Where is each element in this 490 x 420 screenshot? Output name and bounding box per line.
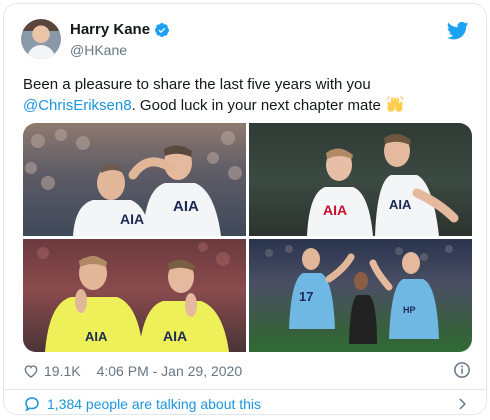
svg-text:AIA: AIA — [389, 197, 412, 212]
raising-hands-icon — [386, 96, 404, 112]
author-avatar[interactable] — [21, 19, 61, 59]
mention-link[interactable]: @ChrisEriksen8 — [23, 97, 132, 114]
author-name-row: Harry Kane — [70, 21, 170, 38]
photo-3-shirt-text: AIA — [163, 328, 187, 344]
talking-count-text: 1,384 people are talking about this — [47, 396, 262, 412]
info-icon[interactable] — [453, 361, 471, 379]
tweet-meta-row: 19.1K 4:06 PM - Jan 29, 2020 — [23, 361, 242, 381]
tweet-card[interactable]: Harry Kane @HKane Been a pleasure to sha… — [3, 3, 487, 415]
tweet-text-line2: . Good luck in your next chapter mate — [131, 97, 381, 114]
photo-1-shirt-text: AIA — [120, 211, 144, 227]
heart-icon[interactable] — [23, 363, 39, 379]
svg-text:17: 17 — [299, 289, 313, 304]
speech-bubble-icon — [25, 397, 39, 412]
svg-text:HP: HP — [403, 305, 416, 315]
like-count[interactable]: 19.1K — [44, 363, 81, 379]
twitter-bird-icon[interactable] — [447, 21, 469, 41]
author-handle[interactable]: @HKane — [70, 42, 127, 58]
photo-2[interactable]: AIA AIA — [249, 123, 472, 236]
svg-text:AIA: AIA — [173, 198, 199, 215]
svg-text:AIA: AIA — [85, 329, 108, 344]
tweet-body: Been a pleasure to share the last five y… — [23, 74, 463, 116]
footer-divider — [4, 389, 486, 390]
photo-1[interactable]: AIA AIA — [23, 123, 246, 236]
photo-2-shirt-text: AIA — [323, 202, 347, 218]
tweet-text-line1: Been a pleasure to share the last five y… — [23, 76, 371, 93]
media-grid: AIA AIA AIA AIA AIA AIA 17 HP — [23, 123, 472, 352]
chevron-right-icon[interactable] — [455, 397, 469, 411]
tweet-timestamp[interactable]: 4:06 PM - Jan 29, 2020 — [97, 363, 243, 379]
author-display-name[interactable]: Harry Kane — [70, 21, 150, 38]
photo-3[interactable]: AIA AIA — [23, 239, 246, 352]
photo-4[interactable]: 17 HP — [249, 239, 472, 352]
conversation-link[interactable]: 1,384 people are talking about this — [23, 395, 261, 413]
verified-badge-icon — [155, 22, 170, 37]
